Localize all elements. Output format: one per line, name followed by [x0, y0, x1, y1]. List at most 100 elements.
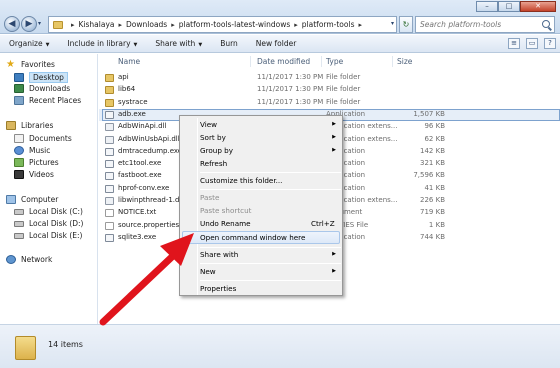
nav-network[interactable]: Network [6, 255, 52, 264]
breadcrumb-separator[interactable]: ▸ [294, 21, 298, 29]
menu-separator [200, 247, 341, 248]
column-divider[interactable] [250, 56, 251, 67]
nav-item-disk-d[interactable]: Local Disk (D:) [14, 219, 83, 228]
include-in-library-button[interactable]: Include in library ▼ [58, 39, 146, 48]
submenu-arrow-icon: ▶ [332, 268, 336, 274]
menu-separator [200, 263, 341, 264]
file-date: 11/1/2017 1:30 PM [257, 85, 324, 94]
nav-item-documents[interactable]: Documents [14, 134, 72, 143]
nav-item-pictures[interactable]: Pictures [14, 158, 59, 167]
libraries-icon [6, 121, 16, 130]
status-bar: 14 items [0, 324, 560, 368]
menu-item-paste-shortcut: Paste shortcut [200, 206, 252, 215]
nav-computer[interactable]: Computer [6, 195, 58, 204]
change-view-icon[interactable]: ≡ [508, 38, 520, 49]
menu-item-share-with[interactable]: Share with [200, 250, 238, 259]
breadcrumb-separator[interactable]: ▸ [171, 21, 175, 29]
organize-button[interactable]: Organize ▼ [0, 39, 58, 48]
maximize-button[interactable]: □ [498, 1, 520, 12]
caption-buttons: – □ ✕ [476, 1, 556, 12]
file-row[interactable]: api 11/1/2017 1:30 PM File folder [99, 72, 560, 84]
nav-item-music[interactable]: Music [14, 146, 50, 155]
nav-computer-label: Computer [21, 195, 59, 204]
nav-pictures-label: Pictures [29, 158, 59, 167]
file-row[interactable]: systrace 11/1/2017 1:30 PM File folder [99, 97, 560, 109]
menu-separator [200, 280, 341, 281]
column-divider[interactable] [392, 56, 393, 67]
column-header-size[interactable]: Size [397, 57, 412, 66]
menu-item-undo-rename[interactable]: Undo Rename [200, 219, 251, 228]
menu-separator [200, 189, 341, 190]
breadcrumb-platform-tools[interactable]: platform-tools [302, 20, 355, 29]
new-folder-button[interactable]: New folder [247, 39, 306, 48]
title-bar: – □ ✕ ◀ ▶ ▾ ▸ Kishalaya ▸ Downloads ▸ pl… [0, 0, 560, 34]
close-button[interactable]: ✕ [520, 1, 556, 12]
preview-pane-icon[interactable]: ▭ [526, 38, 538, 49]
nav-item-recent-places[interactable]: Recent Places [14, 96, 81, 105]
nav-favorites[interactable]: ★ Favorites [6, 59, 55, 70]
search-icon[interactable] [542, 20, 550, 28]
chevron-down-icon: ▼ [45, 42, 50, 48]
exe-icon [105, 110, 114, 119]
menu-item-customize-folder[interactable]: Customize this folder... [200, 176, 282, 185]
help-icon[interactable]: ? [544, 38, 556, 49]
exe-icon [105, 172, 114, 181]
share-with-button[interactable]: Share with ▼ [146, 39, 211, 48]
menu-item-group-by[interactable]: Group by [200, 146, 233, 155]
file-name: AdbWinApi.dll [118, 122, 167, 131]
nav-disk-d-label: Local Disk (D:) [29, 219, 84, 228]
breadcrumb-kishalaya[interactable]: Kishalaya [79, 20, 115, 29]
nav-videos-label: Videos [29, 170, 54, 179]
breadcrumb-separator[interactable]: ▸ [119, 21, 123, 29]
file-row[interactable]: lib64 11/1/2017 1:30 PM File folder [99, 84, 560, 96]
undo-shortcut: Ctrl+Z [311, 219, 335, 228]
back-button[interactable]: ◀ [4, 16, 20, 32]
submenu-arrow-icon: ▶ [332, 121, 336, 127]
menu-item-view[interactable]: View [200, 120, 217, 129]
breadcrumb-platform-tools-latest-windows[interactable]: platform-tools-latest-windows [179, 20, 291, 29]
breadcrumb-separator[interactable]: ▸ [71, 21, 75, 29]
forward-button[interactable]: ▶ [21, 16, 37, 32]
address-bar[interactable]: ▸ Kishalaya ▸ Downloads ▸ platform-tools… [48, 16, 397, 33]
menu-item-paste: Paste [200, 193, 220, 202]
menu-item-open-command-window[interactable]: Open command window here [200, 233, 305, 242]
menu-item-new[interactable]: New [200, 267, 216, 276]
file-size: 719 KB [420, 208, 445, 217]
file-icon [105, 221, 114, 230]
breadcrumb-separator[interactable]: ▸ [358, 21, 362, 29]
burn-button[interactable]: Burn [211, 39, 247, 48]
nav-downloads-label: Downloads [29, 84, 71, 93]
column-divider[interactable] [321, 56, 322, 67]
column-header-date[interactable]: Date modified [257, 57, 310, 66]
column-header-name[interactable]: Name [118, 57, 140, 66]
search-box[interactable] [415, 16, 555, 33]
recent-pages-dropdown[interactable]: ▾ [38, 20, 41, 27]
search-input[interactable] [420, 20, 540, 29]
breadcrumb-downloads[interactable]: Downloads [126, 20, 167, 29]
nav-item-desktop[interactable]: Desktop [14, 72, 68, 83]
include-in-library-label: Include in library [67, 39, 131, 48]
file-name: hprof-conv.exe [118, 183, 170, 192]
nav-documents-label: Documents [29, 134, 72, 143]
submenu-arrow-icon: ▶ [332, 251, 336, 257]
file-size: 7,596 KB [413, 171, 445, 180]
nav-libraries-label: Libraries [21, 121, 54, 130]
refresh-icon[interactable]: ↻ [399, 16, 413, 33]
column-header-type[interactable]: Type [326, 57, 343, 66]
nav-libraries[interactable]: Libraries [6, 121, 53, 130]
minimize-button[interactable]: – [476, 1, 498, 12]
file-name: lib64 [118, 85, 136, 94]
nav-item-disk-e[interactable]: Local Disk (E:) [14, 231, 82, 240]
menu-item-sort-by[interactable]: Sort by [200, 133, 226, 142]
menu-item-refresh[interactable]: Refresh [200, 159, 227, 168]
nav-item-videos[interactable]: Videos [14, 170, 54, 179]
nav-item-disk-c[interactable]: Local Disk (C:) [14, 207, 83, 216]
address-dropdown[interactable]: ▾ [391, 20, 394, 27]
nav-item-downloads[interactable]: Downloads [14, 84, 70, 93]
exe-icon [105, 160, 114, 169]
file-size: 744 KB [420, 232, 445, 241]
star-icon: ★ [6, 59, 15, 70]
music-icon [14, 146, 24, 155]
menu-item-properties[interactable]: Properties [200, 284, 236, 293]
folder-icon [15, 336, 36, 360]
